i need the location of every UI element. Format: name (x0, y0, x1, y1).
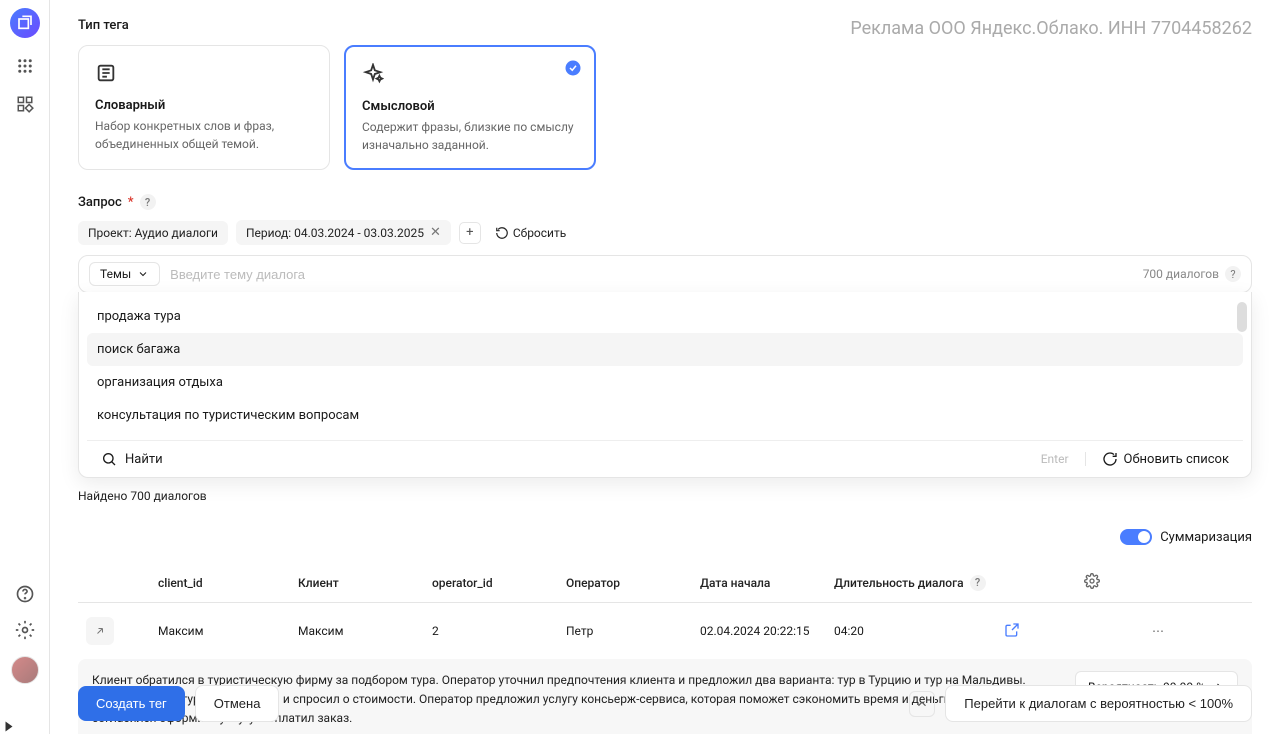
card-title: Словарный (95, 98, 313, 113)
dictionary-icon (95, 62, 313, 88)
card-title: Смысловой (362, 99, 578, 114)
suggestion-item[interactable]: организация отдыха (87, 366, 1243, 399)
create-tag-button[interactable]: Создать тег (78, 686, 185, 721)
count-hint: 700 диалогов ? (1143, 266, 1241, 282)
suggestion-item[interactable]: продажа тура (87, 300, 1243, 333)
widgets-icon[interactable] (15, 94, 35, 114)
table-row: Максим Максим 2 Петр 02.04.2024 20:22:15… (78, 603, 1252, 659)
summary-switch[interactable] (1120, 529, 1152, 545)
search-icon (101, 451, 117, 467)
scroll-up-button[interactable] (909, 691, 935, 717)
ad-text: Реклама ООО Яндекс.Облако. ИНН 770445826… (850, 18, 1252, 39)
find-button[interactable]: Найти (101, 451, 163, 467)
request-label: Запрос * ? (78, 194, 1252, 210)
suggestion-item[interactable]: поиск багажа (87, 333, 1243, 366)
refresh-list-button[interactable]: Обновить список (1102, 451, 1229, 467)
apps-grid-icon[interactable] (15, 56, 35, 76)
external-link-icon (1004, 622, 1020, 638)
search-input[interactable] (170, 267, 1133, 282)
cell-client-id: Максим (138, 624, 298, 638)
sidebar (0, 0, 50, 734)
found-count: Найдено 700 диалогов (78, 489, 1252, 503)
search-box: Темы 700 диалогов ? продажа тура поиск б… (78, 255, 1252, 293)
col-client-id: client_id (138, 576, 298, 590)
add-filter-button[interactable]: + (459, 222, 481, 244)
gear-icon (1084, 573, 1100, 589)
close-icon[interactable]: ✕ (430, 225, 441, 240)
goto-dialogs-button[interactable]: Перейти к диалогам с вероятностью < 100% (945, 685, 1252, 722)
help-icon[interactable] (15, 584, 35, 604)
card-desc: Набор конкретных слов и фраз, объединенн… (95, 117, 313, 153)
help-badge-icon[interactable]: ? (140, 194, 156, 210)
arrow-expand-icon (94, 625, 106, 637)
chip-period[interactable]: Период: 04.03.2024 - 03.03.2025 ✕ (236, 220, 451, 245)
enter-hint: Enter (1041, 452, 1086, 466)
sparkle-icon (362, 63, 578, 89)
chevron-down-icon (137, 268, 149, 280)
reset-button[interactable]: Сбросить (495, 226, 566, 240)
col-duration: Длительность диалога ? (834, 575, 1004, 591)
help-badge-icon[interactable]: ? (1225, 266, 1241, 282)
col-client: Клиент (298, 576, 432, 590)
help-badge-icon[interactable]: ? (970, 575, 986, 591)
settings-icon[interactable] (15, 620, 35, 640)
cell-operator-id: 2 (432, 624, 566, 638)
chip-project[interactable]: Проект: Аудио диалоги (78, 221, 228, 245)
collapse-triangle-icon[interactable] (6, 722, 13, 732)
chevron-up-icon (915, 697, 929, 711)
cell-client: Максим (298, 624, 432, 638)
suggestions-dropdown: продажа тура поиск багажа организация от… (78, 292, 1252, 478)
col-date: Дата начала (700, 576, 834, 590)
cell-duration: 04:20 (834, 624, 1004, 638)
col-operator-id: operator_id (432, 576, 566, 590)
cell-date: 02.04.2024 20:22:15 (700, 624, 834, 638)
tag-type-dictionary[interactable]: Словарный Набор конкретных слов и фраз, … (78, 45, 330, 170)
reset-icon (495, 226, 509, 240)
summary-label: Суммаризация (1160, 530, 1252, 545)
required-star: * (128, 195, 134, 210)
logo-icon[interactable] (10, 8, 40, 38)
request-label-text: Запрос (78, 195, 122, 210)
cancel-button[interactable]: Отмена (195, 685, 280, 722)
check-circle-icon (564, 59, 582, 81)
external-link-button[interactable] (1004, 622, 1084, 641)
expand-row-button[interactable] (86, 617, 114, 645)
cell-operator: Петр (566, 624, 700, 638)
tag-type-semantic[interactable]: Смысловой Содержит фразы, близкие по смы… (344, 45, 596, 170)
table-settings-button[interactable] (1084, 573, 1124, 592)
suggestion-item[interactable]: консультация по туристическим вопросам (87, 399, 1243, 432)
refresh-icon (1102, 451, 1118, 467)
row-menu-button[interactable]: ⋯ (1124, 624, 1164, 638)
themes-dropdown-button[interactable]: Темы (89, 262, 160, 286)
scrollbar-thumb[interactable] (1237, 302, 1247, 332)
avatar[interactable] (11, 656, 39, 684)
col-operator: Оператор (566, 576, 700, 590)
card-desc: Содержит фразы, близкие по смыслу изнача… (362, 118, 578, 154)
